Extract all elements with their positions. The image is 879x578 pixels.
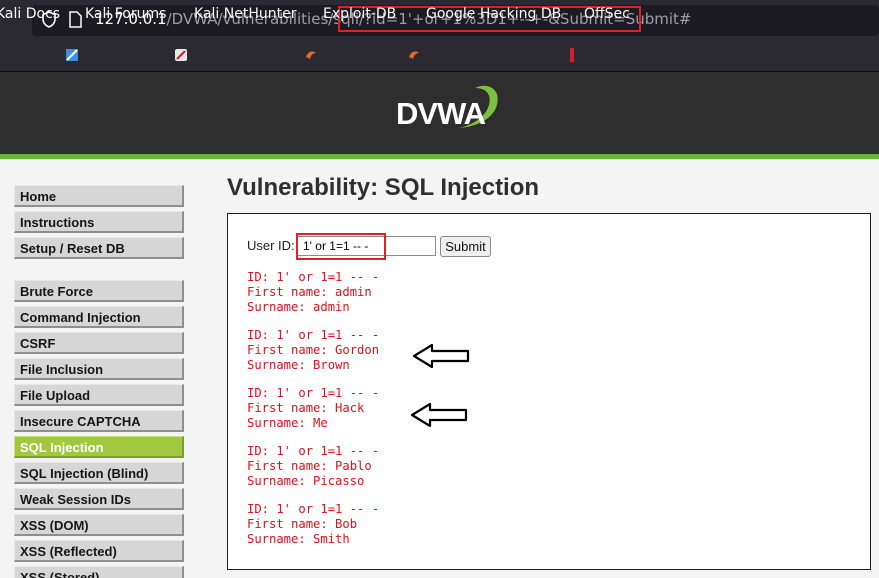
- google-hacking-db-icon: [409, 51, 419, 59]
- header-accent-bar: [0, 154, 879, 159]
- dvwa-logo: DVWA: [396, 85, 498, 131]
- dvwa-logo-text: DVWA: [396, 96, 486, 131]
- result-block: ID: 1' or 1=1 -- - First name: Bob Surname…: [247, 502, 379, 547]
- result-block: ID: 1' or 1=1 -- - First name: Gordon Surn…: [247, 328, 379, 373]
- bookmark-offsec[interactable]: OffSec: [584, 6, 630, 22]
- menu-item-command-injection[interactable]: Command Injection: [14, 306, 184, 328]
- result-surname: Surname: Smith: [247, 532, 350, 546]
- result-block: ID: 1' or 1=1 -- - First name: admin Surna…: [247, 270, 379, 315]
- result-block: ID: 1' or 1=1 -- - First name: Pablo Surna…: [247, 444, 379, 489]
- result-surname: Surname: Picasso: [247, 474, 365, 488]
- bookmark-google-hacking-db[interactable]: Google Hacking DB: [426, 6, 561, 22]
- result-first-name: First name: Hack: [247, 401, 365, 415]
- menu-item-brute-force[interactable]: Brute Force: [14, 280, 184, 302]
- menu-item-insecure-captcha[interactable]: Insecure CAPTCHA: [14, 410, 184, 432]
- page-icon: [69, 11, 82, 28]
- submit-button[interactable]: Submit: [440, 236, 491, 257]
- result-id: ID: 1' or 1=1 -- -: [247, 270, 380, 284]
- menu-item-instructions[interactable]: Instructions: [14, 211, 184, 233]
- bookmark-exploit-db[interactable]: Exploit-DB: [323, 6, 396, 22]
- result-surname: Surname: Me: [247, 416, 328, 430]
- menu-item-setup-reset-db[interactable]: Setup / Reset DB: [14, 237, 184, 259]
- menu-item-xss-stored[interactable]: XSS (Stored): [14, 566, 184, 578]
- result-first-name: First name: admin: [247, 285, 372, 299]
- result-id: ID: 1' or 1=1 -- -: [247, 386, 380, 400]
- menu-item-xss-dom[interactable]: XSS (DOM): [14, 514, 184, 536]
- user-id-label: User ID:: [247, 238, 295, 253]
- kali-nethunter-icon: [175, 49, 187, 61]
- menu-item-csrf[interactable]: CSRF: [14, 332, 184, 354]
- result-id: ID: 1' or 1=1 -- -: [247, 502, 380, 516]
- menu-item-sql-injection[interactable]: SQL Injection: [14, 436, 184, 458]
- result-id: ID: 1' or 1=1 -- -: [247, 444, 380, 458]
- result-surname: Surname: admin: [247, 300, 350, 314]
- result-first-name: First name: Pablo: [247, 459, 372, 473]
- menu-item-file-upload[interactable]: File Upload: [14, 384, 184, 406]
- result-first-name: First name: Gordon: [247, 343, 380, 357]
- menu-item-xss-reflected[interactable]: XSS (Reflected): [14, 540, 184, 562]
- left-arrow-icon: [412, 343, 470, 369]
- exploit-db-icon: [306, 51, 316, 59]
- menu-item-home[interactable]: Home: [14, 185, 184, 207]
- kali-forums-icon: [66, 49, 78, 61]
- bookmark-kali-forums[interactable]: Kali Forums: [85, 6, 166, 22]
- page-title: Vulnerability: SQL Injection: [227, 174, 540, 201]
- menu-item-sql-injection-blind[interactable]: SQL Injection (Blind): [14, 462, 184, 484]
- menu-item-weak-session-ids[interactable]: Weak Session IDs: [14, 488, 184, 510]
- bookmark-kali-nethunter[interactable]: Kali NetHunter: [194, 6, 296, 22]
- offsec-icon: [569, 48, 575, 63]
- result-first-name: First name: Bob: [247, 517, 358, 531]
- user-id-input[interactable]: [297, 236, 436, 256]
- result-block: ID: 1' or 1=1 -- - First name: Hack Surnam…: [247, 386, 379, 431]
- bookmark-kali-docs[interactable]: Kali Docs: [0, 6, 60, 22]
- left-arrow-icon: [410, 402, 468, 428]
- bookmarks-bar: [0, 41, 879, 72]
- menu-item-file-inclusion[interactable]: File Inclusion: [14, 358, 184, 380]
- result-id: ID: 1' or 1=1 -- -: [247, 328, 380, 342]
- result-surname: Surname: Brown: [247, 358, 350, 372]
